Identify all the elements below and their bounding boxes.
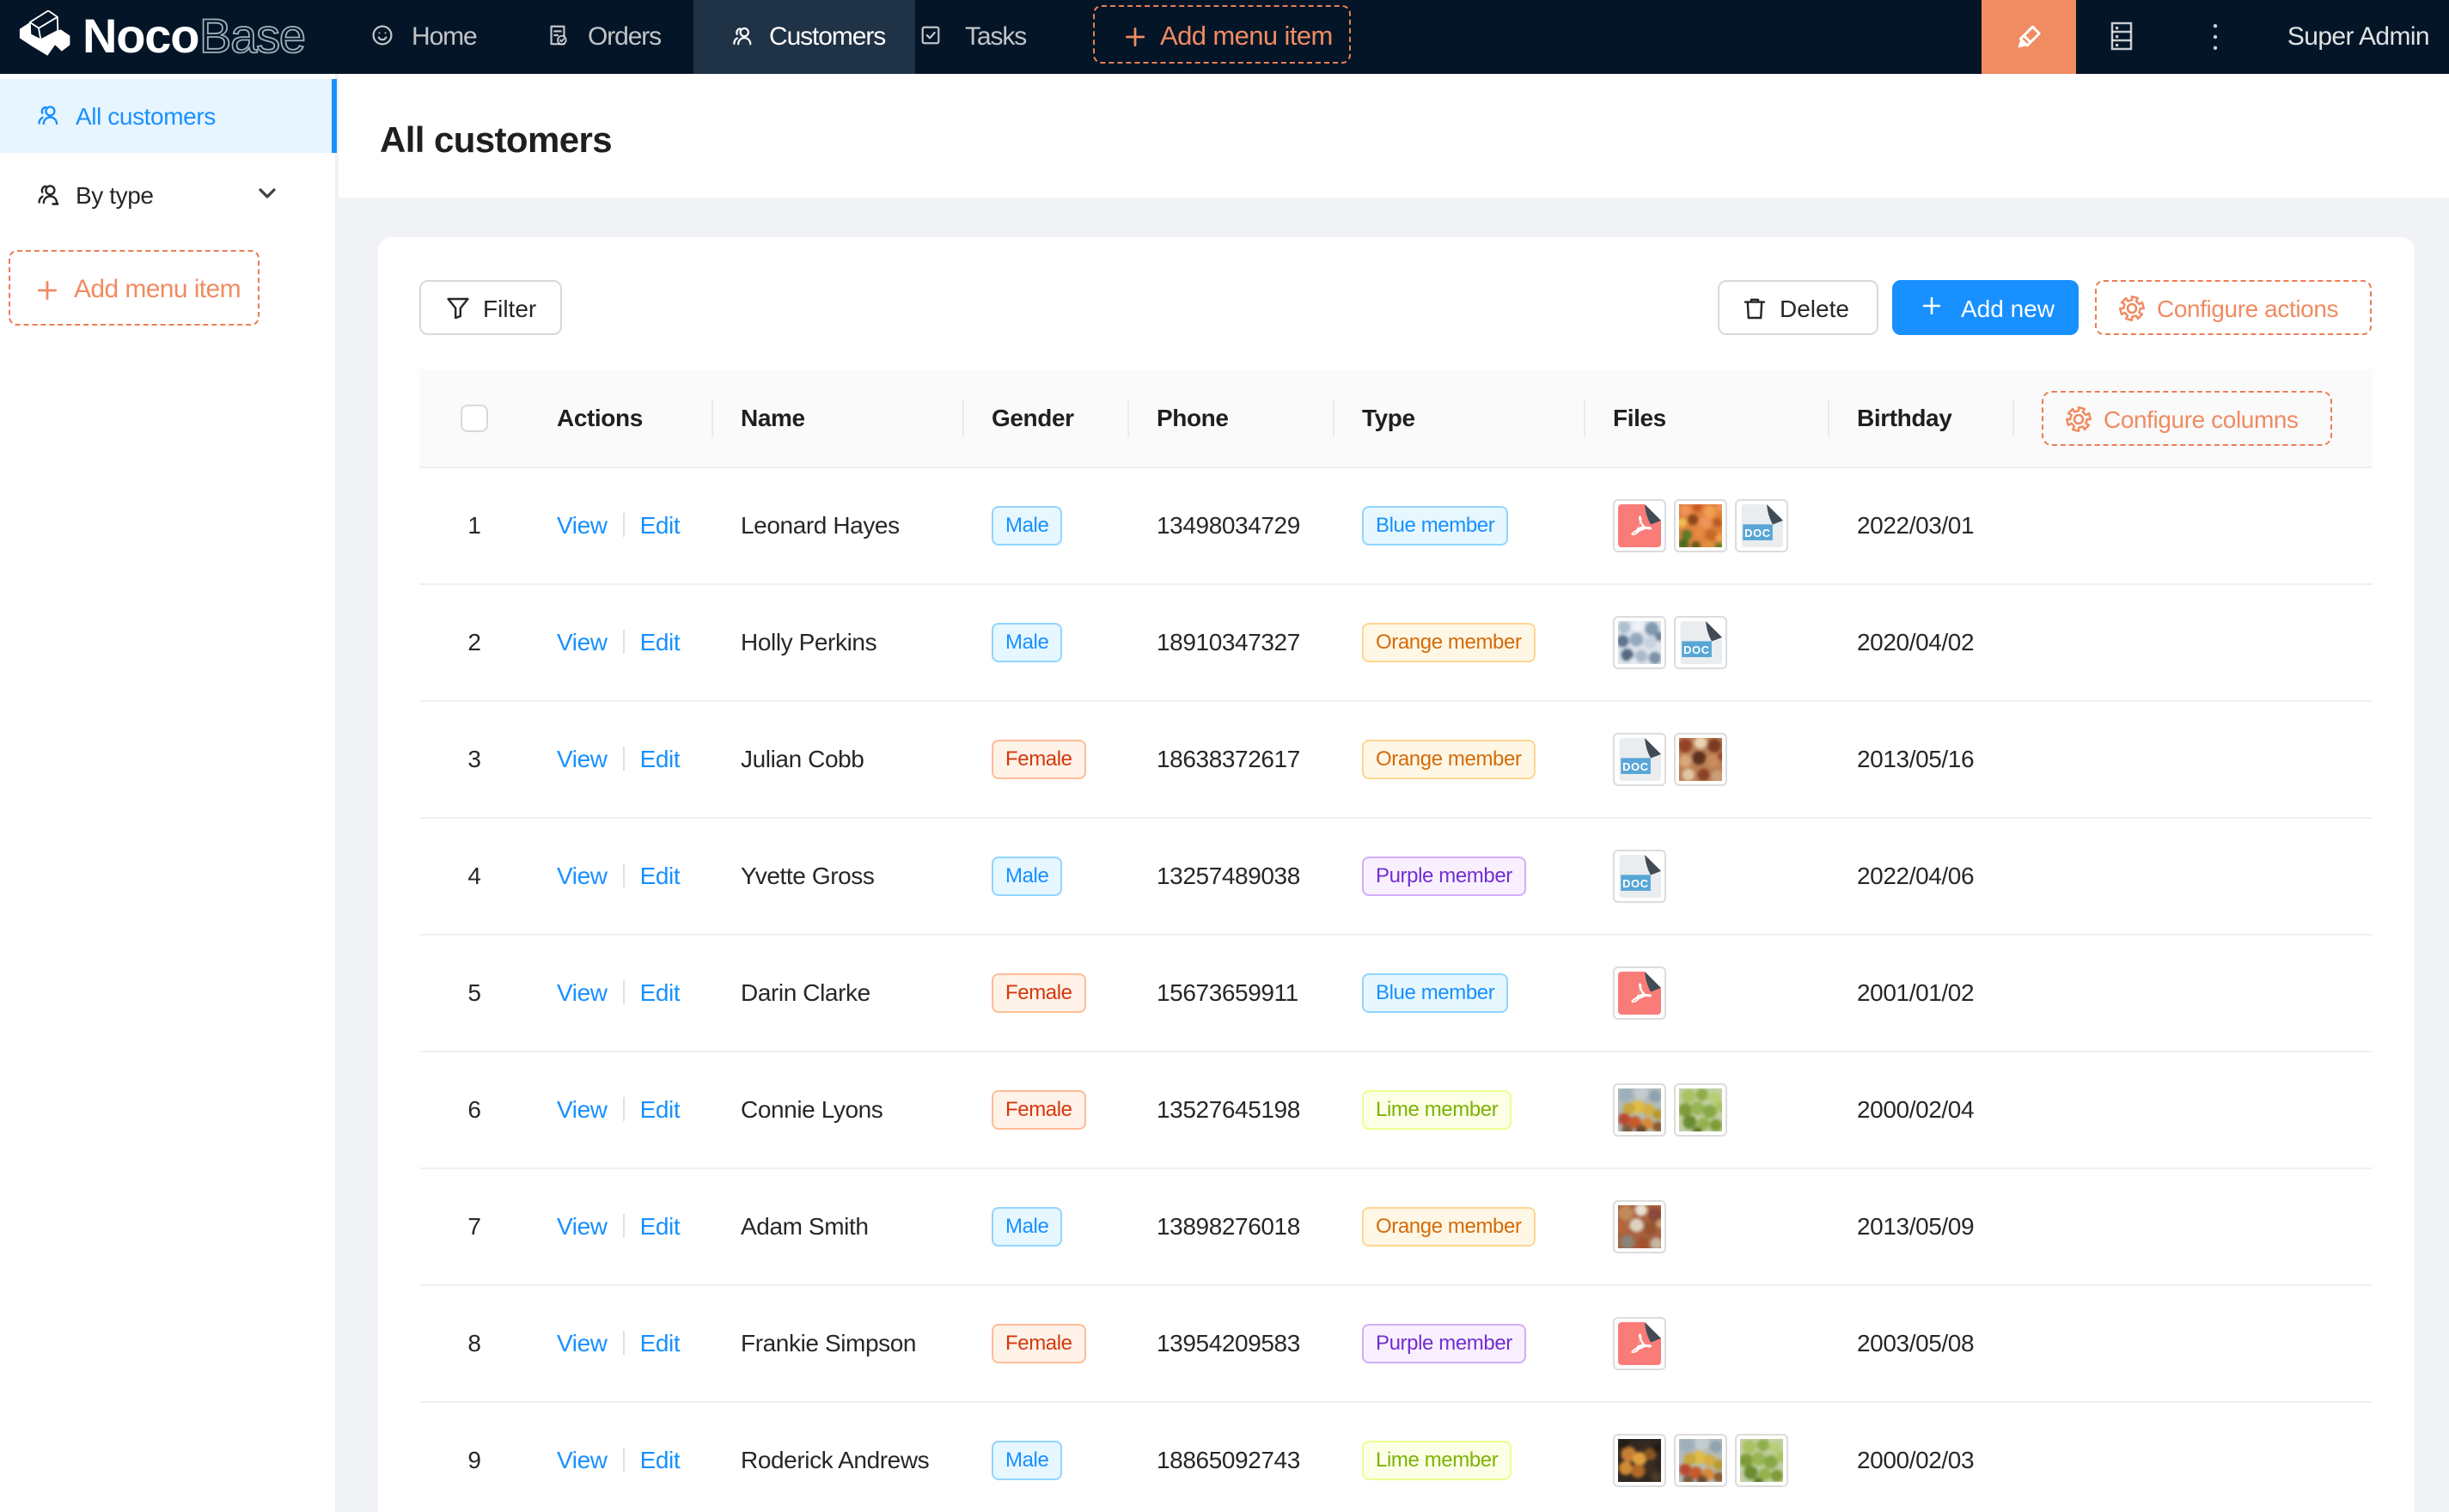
svg-text:DOC: DOC (1744, 527, 1771, 540)
svg-text:DOC: DOC (1683, 643, 1710, 656)
svg-text:DOC: DOC (1622, 877, 1649, 890)
svg-text:DOC: DOC (1622, 760, 1649, 773)
